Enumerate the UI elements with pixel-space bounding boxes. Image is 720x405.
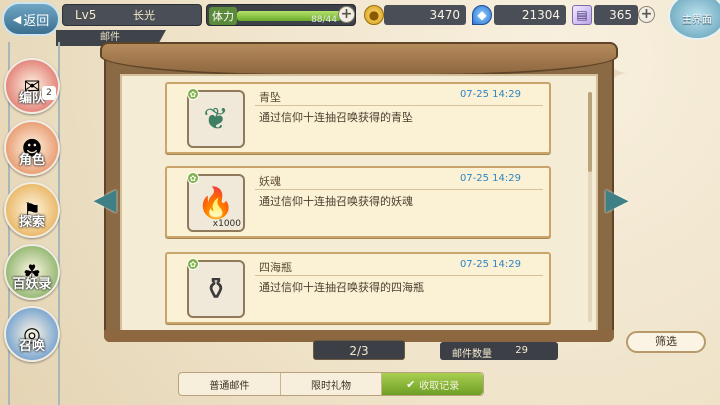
side-menu-label: 角色 <box>18 153 45 168</box>
mail-time: 07-25 14:29 <box>459 173 521 184</box>
gold-amount: 3470 <box>384 5 466 25</box>
add-stamina-button[interactable]: + <box>338 6 355 23</box>
mail-divider <box>255 275 543 276</box>
back-button[interactable]: ◀ 返回 <box>2 2 60 36</box>
mail-tab[interactable]: 限时礼物 <box>281 373 383 395</box>
item-quantity: x1000 <box>212 219 241 229</box>
player-info: Lv5 长光 <box>62 4 202 26</box>
mail-count-value: 29 <box>515 345 528 356</box>
side-menu-label: 探索 <box>18 215 45 230</box>
gem-amount: 21304 <box>494 5 566 25</box>
side-menu-label: 百妖录 <box>12 277 52 292</box>
back-arrow-icon: ◀ <box>12 12 22 26</box>
notification-badge: 2 <box>42 86 56 100</box>
mail-tab-label: 限时礼物 <box>311 380 351 392</box>
item-type-icon: ✿ <box>187 172 199 184</box>
mail-time: 07-25 14:29 <box>459 89 521 100</box>
page-indicator: 2/3 <box>313 340 405 360</box>
mail-tab[interactable]: 普通邮件 <box>179 373 281 395</box>
stamina-value: 88/44 <box>311 15 337 25</box>
side-menu-item[interactable]: ⚑ 探索 <box>4 182 60 238</box>
mail-tab[interactable]: ✔ 收取记录 <box>382 373 484 395</box>
mail-divider <box>255 105 543 106</box>
player-name: 长光 <box>133 9 155 22</box>
mail-item[interactable]: ✿ ⚱ 四海瓶 07-25 14:29 通过信仰十连抽召唤获得的四海瓶 <box>165 252 551 324</box>
mail-description: 通过信仰十连抽召唤获得的青坠 <box>259 111 413 124</box>
gold-coin-icon: ● <box>364 5 384 25</box>
mail-tab-label: 普通邮件 <box>209 380 250 392</box>
player-level: Lv5 <box>75 8 97 22</box>
side-menu-label: 召唤 <box>18 339 45 354</box>
side-menu-item[interactable]: ☘ 百妖录 <box>4 244 60 300</box>
mail-title: 青坠 <box>259 91 281 104</box>
ticket-amount: 365 <box>594 5 638 25</box>
ticket-icon: ▤ <box>572 5 592 25</box>
side-menu-item[interactable]: ◎ 召唤 <box>4 306 60 362</box>
mail-title: 四海瓶 <box>259 261 292 274</box>
filter-button[interactable]: 筛选 <box>626 331 706 353</box>
gem-icon: ◆ <box>472 5 492 25</box>
mail-tabs: 普通邮件 限时礼物 ✔ 收取记录 <box>178 372 484 396</box>
mail-time: 07-25 14:29 <box>459 259 521 270</box>
back-label: 返回 <box>23 13 50 29</box>
item-type-icon: ✿ <box>187 258 199 270</box>
mail-item[interactable]: ✿ ❦ 青坠 07-25 14:29 通过信仰十连抽召唤获得的青坠 <box>165 82 551 154</box>
mail-title: 妖魂 <box>259 175 281 188</box>
home-label: 主界面 <box>682 14 712 26</box>
check-icon: ✔ <box>406 377 416 391</box>
board-top-rail <box>100 42 618 76</box>
scroll-thumb[interactable] <box>588 92 592 172</box>
mail-tab-label: 收取记录 <box>419 380 460 392</box>
mail-count-label: 邮件数量 <box>452 349 492 360</box>
mail-scrollbar[interactable] <box>588 92 592 322</box>
stamina-label: 体力 <box>209 7 237 25</box>
mail-divider <box>255 189 543 190</box>
mail-item[interactable]: ✿ 🔥 x1000 妖魂 07-25 14:29 通过信仰十连抽召唤获得的妖魂 <box>165 166 551 238</box>
stamina-bar: 体力 88/44 <box>206 4 356 26</box>
side-menu-item[interactable]: ☻ 角色 <box>4 120 60 176</box>
mail-count: 邮件数量 29 <box>440 342 558 360</box>
side-menu-item[interactable]: ✉ 编队 2 <box>4 58 60 114</box>
next-page-arrow-icon[interactable]: ▶ <box>604 176 630 222</box>
previous-page-arrow-icon[interactable]: ◀ <box>92 176 118 222</box>
mail-description: 通过信仰十连抽召唤获得的四海瓶 <box>259 281 424 294</box>
add-ticket-button[interactable]: + <box>638 6 655 23</box>
item-type-icon: ✿ <box>187 88 199 100</box>
mail-description: 通过信仰十连抽召唤获得的妖魂 <box>259 195 413 208</box>
